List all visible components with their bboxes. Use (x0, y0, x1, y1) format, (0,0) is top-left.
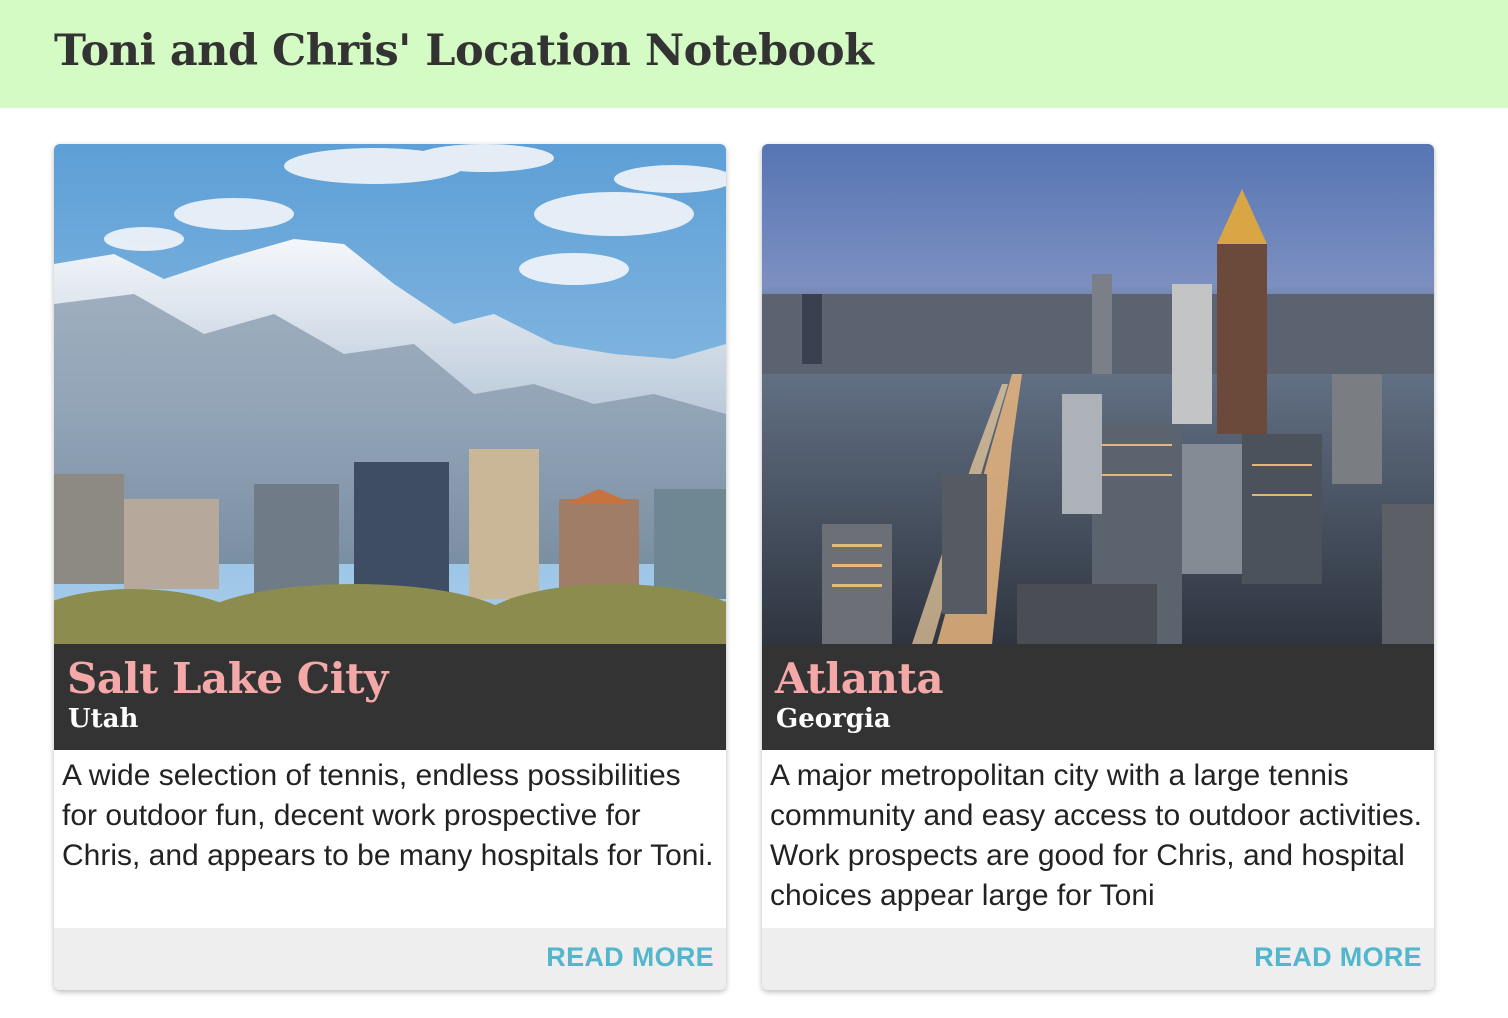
read-more-link[interactable]: READ MORE (1254, 942, 1422, 973)
location-card-salt-lake-city: Salt Lake City Utah A wide selection of … (54, 144, 726, 990)
city-name: Salt Lake City (67, 654, 388, 703)
card-description: A major metropolitan city with a large t… (770, 759, 1422, 912)
card-caption: Atlanta Georgia (762, 644, 1434, 750)
state-name: Utah (68, 704, 139, 734)
card-image-salt-lake-city (54, 144, 726, 644)
read-more-link[interactable]: READ MORE (546, 942, 714, 973)
card-caption: Salt Lake City Utah (54, 644, 726, 750)
page-header: Toni and Chris' Location Notebook (0, 0, 1508, 108)
card-image-atlanta (762, 144, 1434, 644)
card-description: A wide selection of tennis, endless poss… (62, 759, 714, 872)
card-actions: READ MORE (762, 928, 1434, 990)
city-name: Atlanta (775, 654, 944, 703)
state-name: Georgia (776, 704, 891, 734)
location-card-atlanta: Atlanta Georgia A major metropolitan cit… (762, 144, 1434, 990)
card-actions: READ MORE (54, 928, 726, 990)
page-title: Toni and Chris' Location Notebook (54, 26, 874, 76)
